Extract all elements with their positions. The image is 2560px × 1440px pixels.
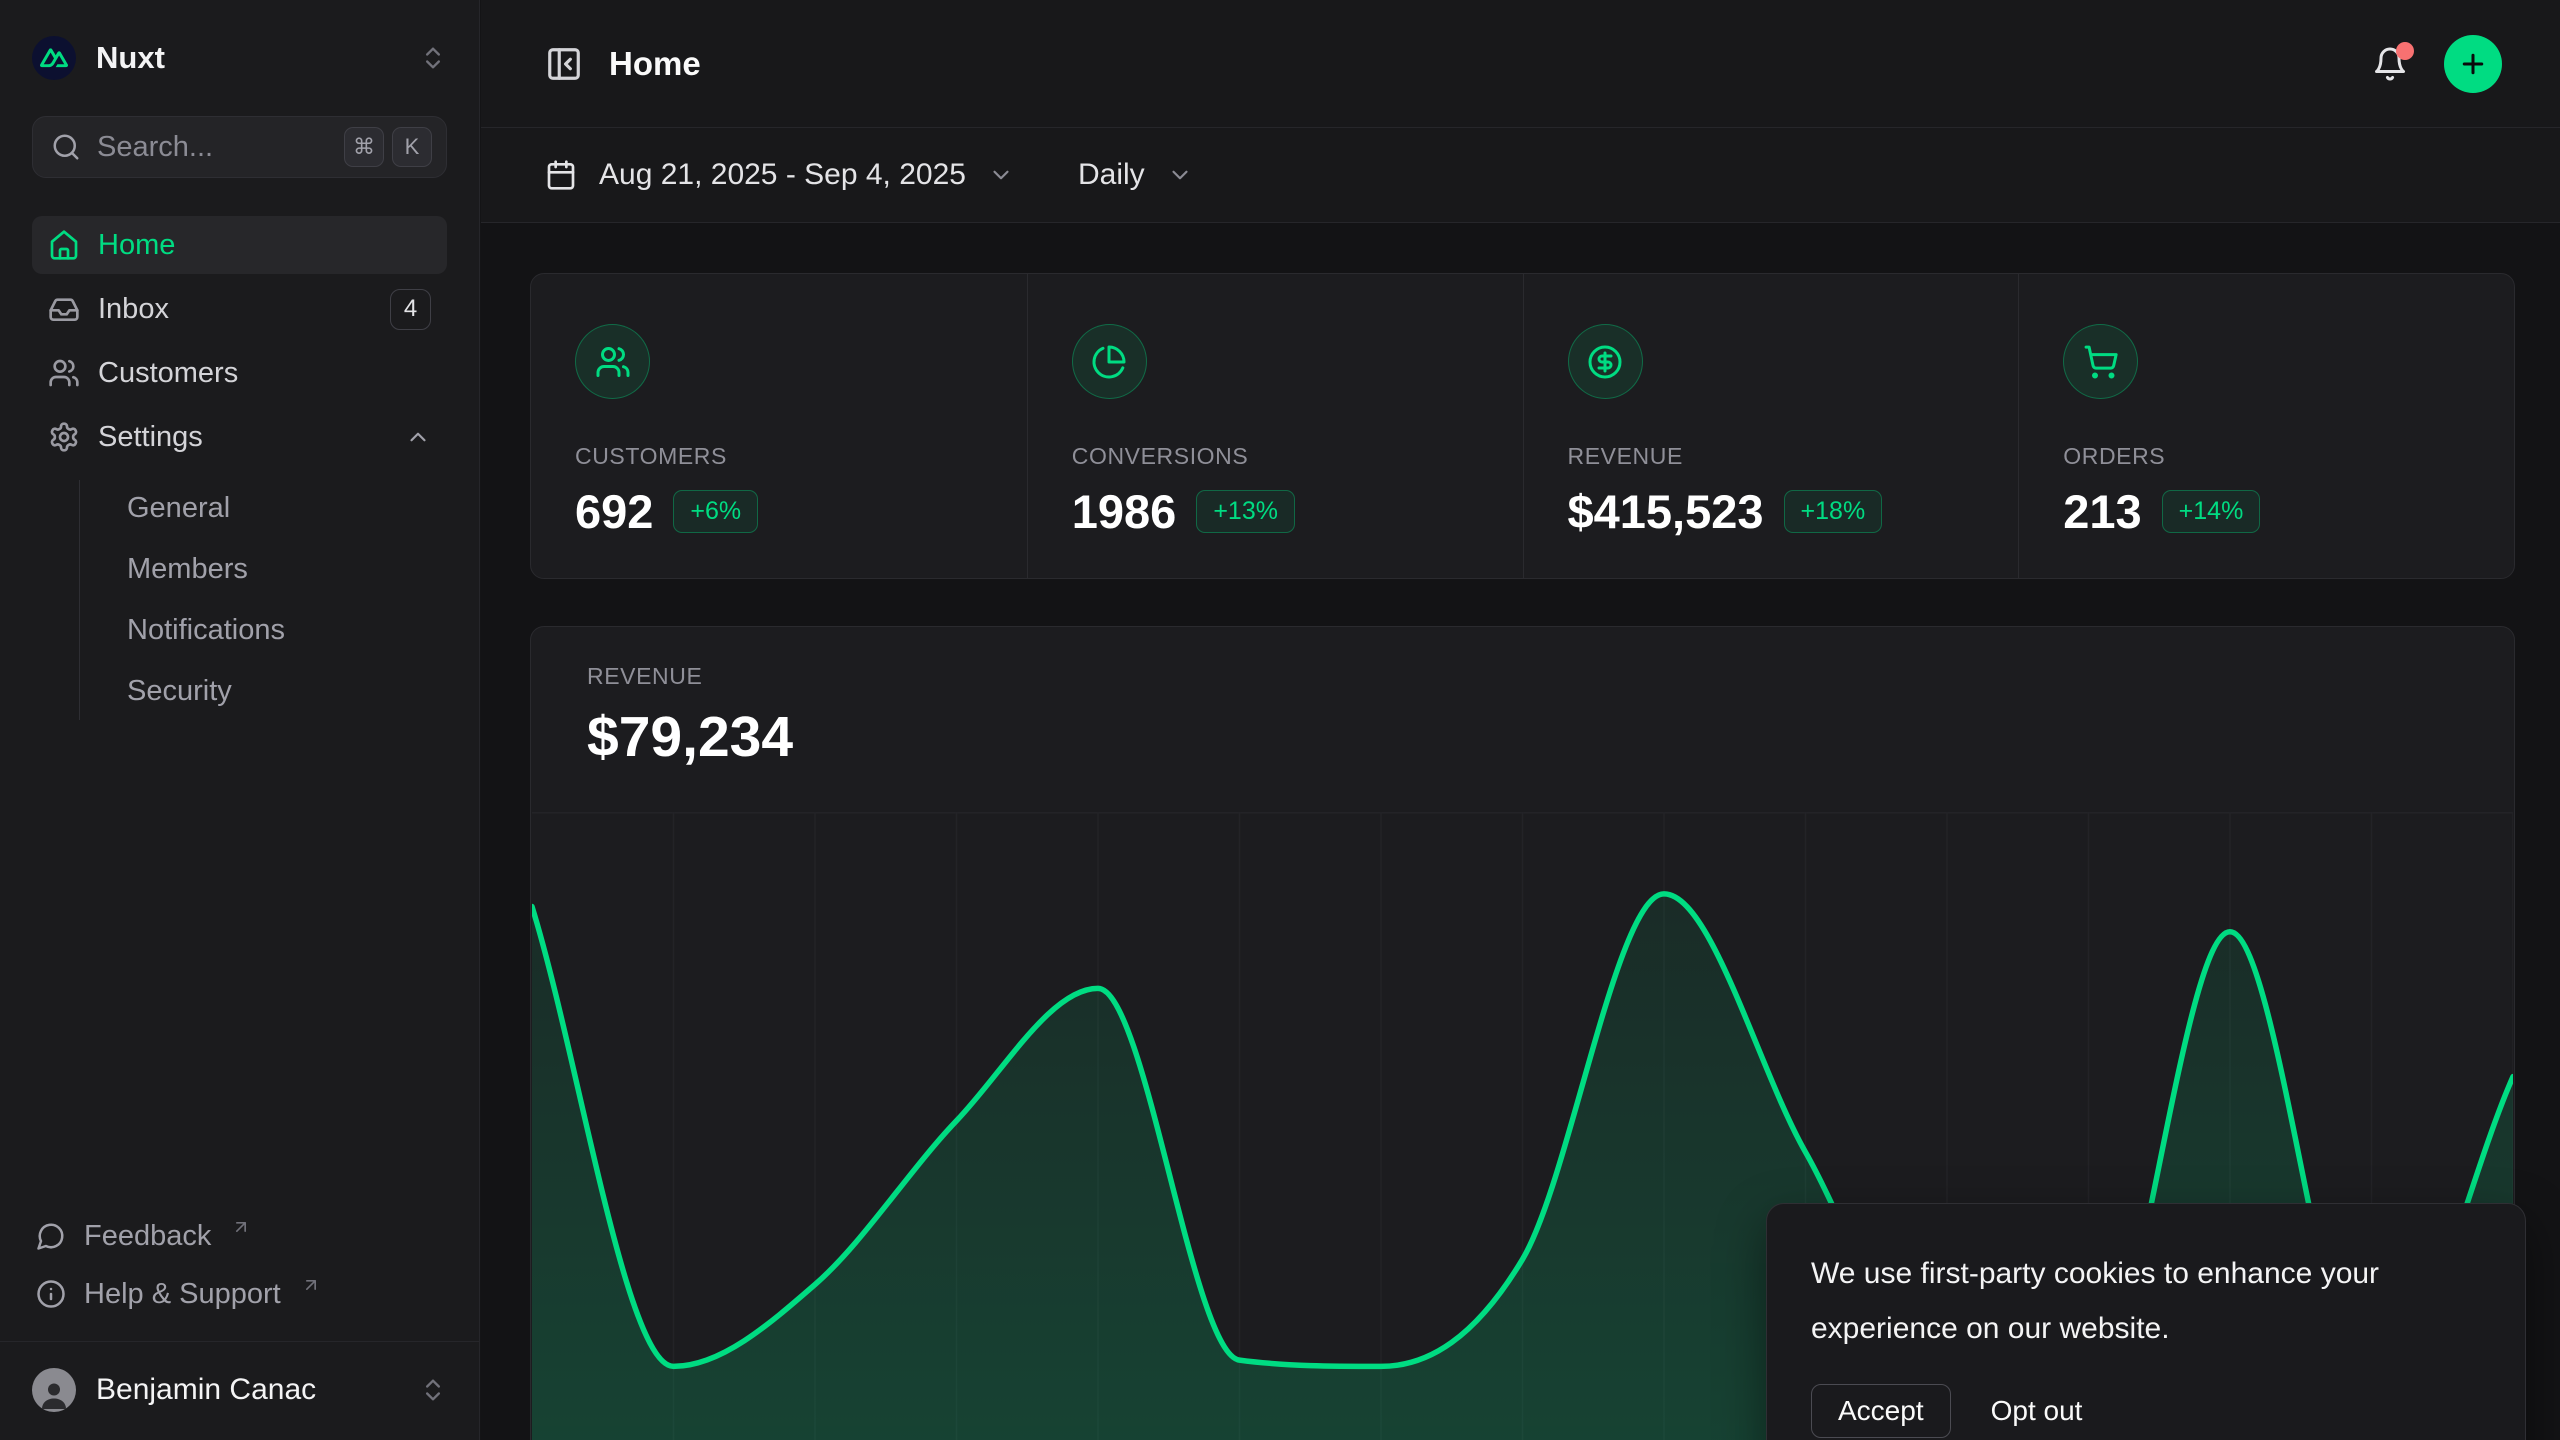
feedback-link[interactable]: Feedback — [32, 1207, 447, 1265]
workspace-switcher[interactable]: Nuxt — [32, 26, 447, 90]
users-icon — [48, 357, 80, 389]
sidebar-item-label: Inbox — [98, 293, 372, 326]
sidebar-item-notifications[interactable]: Notifications — [113, 602, 447, 659]
external-link-icon — [231, 1217, 251, 1237]
shopping-cart-icon — [2063, 324, 2138, 399]
stat-orders: ORDERS 213 +14% — [2018, 274, 2514, 578]
stat-revenue: REVENUE $415,523 +18% — [1523, 274, 2019, 578]
revenue-panel-value: $79,234 — [587, 704, 2514, 770]
gear-icon — [48, 421, 80, 453]
message-circle-icon — [36, 1221, 66, 1251]
sidebar: Nuxt ⌘ K Home Inbox 4 — [0, 0, 480, 1440]
calendar-icon — [545, 159, 577, 191]
cookie-banner: We use first-party cookies to enhance yo… — [1766, 1203, 2526, 1440]
stat-value: 692 — [575, 484, 653, 539]
settings-submenu: General Members Notifications Security — [79, 480, 447, 720]
cookie-message: We use first-party cookies to enhance yo… — [1811, 1246, 2441, 1356]
notifications-button[interactable] — [2366, 40, 2414, 88]
sidebar-item-home[interactable]: Home — [32, 216, 447, 274]
kbd-k: K — [392, 127, 432, 167]
filter-toolbar: Aug 21, 2025 - Sep 4, 2025 Daily — [481, 128, 2560, 223]
sidebar-item-customers[interactable]: Customers — [32, 344, 447, 402]
stat-label: CUSTOMERS — [575, 443, 983, 470]
info-circle-icon — [36, 1279, 66, 1309]
workspace-name: Nuxt — [96, 40, 399, 76]
sidebar-item-general[interactable]: General — [113, 480, 447, 537]
help-support-label: Help & Support — [84, 1278, 281, 1311]
user-name: Benjamin Canac — [96, 1373, 399, 1407]
stat-label: REVENUE — [1568, 443, 1975, 470]
sidebar-nav: Home Inbox 4 Customers Settings Ge — [32, 216, 447, 724]
accept-button[interactable]: Accept — [1811, 1384, 1951, 1438]
stat-conversions: CONVERSIONS 1986 +13% — [1027, 274, 1523, 578]
sidebar-item-label: Home — [98, 229, 431, 262]
stats-card: CUSTOMERS 692 +6% CONVERSIONS 1986 +13% — [530, 273, 2515, 579]
sidebar-item-members[interactable]: Members — [113, 541, 447, 598]
user-menu[interactable]: Benjamin Canac — [32, 1358, 447, 1422]
search-input[interactable] — [97, 131, 328, 164]
stat-delta-badge: +6% — [673, 490, 758, 533]
nuxt-logo — [32, 36, 76, 80]
unread-notification-dot — [2396, 42, 2414, 60]
chevrons-up-down-icon — [419, 1376, 447, 1404]
kbd-cmd: ⌘ — [344, 127, 384, 167]
sidebar-item-security[interactable]: Security — [113, 663, 447, 720]
circle-dollar-icon — [1568, 324, 1643, 399]
stat-delta-badge: +13% — [1196, 490, 1295, 533]
search-bar[interactable]: ⌘ K — [32, 116, 447, 178]
stat-customers: CUSTOMERS 692 +6% — [531, 274, 1027, 578]
stat-label: ORDERS — [2063, 443, 2470, 470]
sidebar-item-settings[interactable]: Settings — [32, 408, 447, 466]
users-icon — [575, 324, 650, 399]
stat-value: $415,523 — [1568, 484, 1764, 539]
stat-delta-badge: +18% — [1784, 490, 1883, 533]
feedback-label: Feedback — [84, 1220, 211, 1253]
sidebar-item-label: Settings — [98, 421, 387, 454]
sidebar-footer: Feedback Help & Support Benjamin Canac — [32, 1207, 447, 1440]
panel-left-close-icon[interactable] — [545, 45, 583, 83]
help-support-link[interactable]: Help & Support — [32, 1265, 447, 1323]
external-link-icon — [301, 1275, 321, 1295]
stat-label: CONVERSIONS — [1072, 443, 1479, 470]
home-icon — [48, 229, 80, 261]
opt-out-button[interactable]: Opt out — [1991, 1395, 2083, 1427]
chevron-up-icon — [405, 424, 431, 450]
stat-value: 213 — [2063, 484, 2141, 539]
stat-delta-badge: +14% — [2162, 490, 2261, 533]
chevron-down-icon — [1167, 162, 1193, 188]
plus-icon — [2458, 49, 2488, 79]
sidebar-item-inbox[interactable]: Inbox 4 — [32, 280, 447, 338]
user-avatar — [32, 1368, 76, 1412]
chevrons-up-down-icon — [419, 44, 447, 72]
chevron-down-icon — [988, 162, 1014, 188]
page-title: Home — [609, 45, 701, 83]
pie-chart-icon — [1072, 324, 1147, 399]
date-range-picker[interactable]: Aug 21, 2025 - Sep 4, 2025 — [545, 158, 1014, 192]
sidebar-item-label: Customers — [98, 357, 431, 390]
page-header: Home — [481, 0, 2560, 128]
period-select[interactable]: Daily — [1078, 158, 1193, 192]
revenue-panel-label: REVENUE — [587, 663, 2514, 690]
inbox-count-badge: 4 — [390, 289, 431, 330]
create-button[interactable] — [2444, 35, 2502, 93]
stat-value: 1986 — [1072, 484, 1177, 539]
period-label: Daily — [1078, 158, 1145, 192]
search-icon — [51, 132, 81, 162]
inbox-icon — [48, 293, 80, 325]
date-range-label: Aug 21, 2025 - Sep 4, 2025 — [599, 158, 966, 192]
